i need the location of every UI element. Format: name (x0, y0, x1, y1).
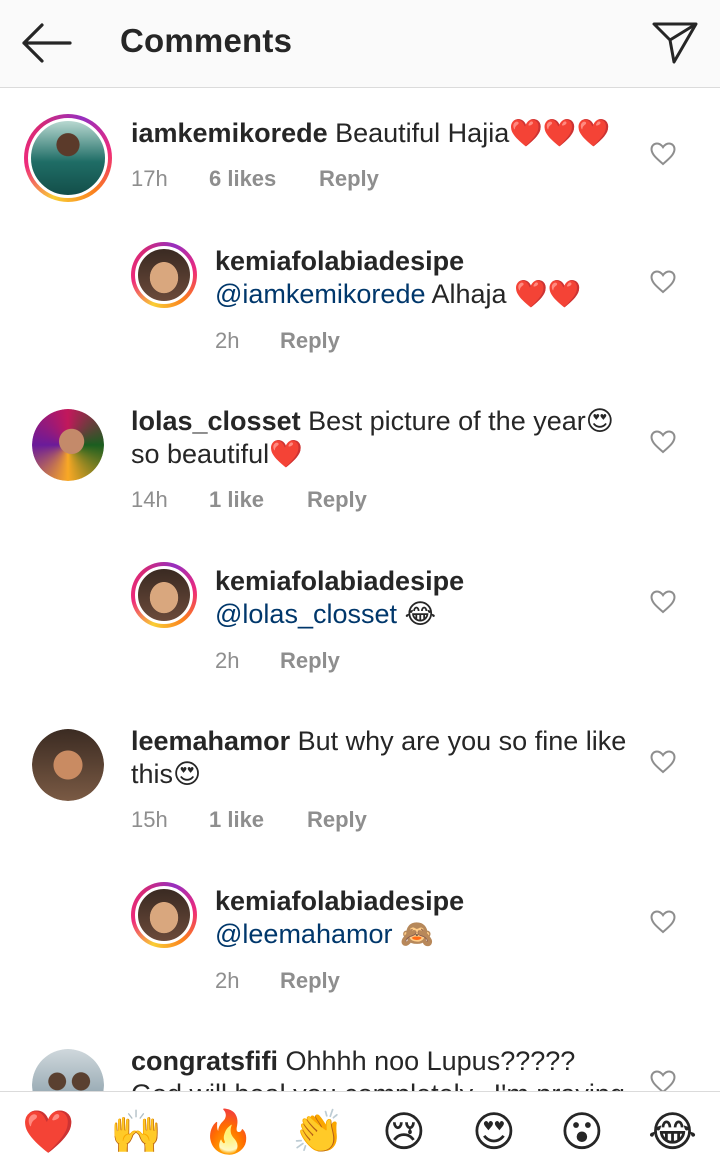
reply-button[interactable]: Reply (307, 807, 367, 833)
comment-time: 2h (215, 968, 240, 993)
comment-text: leemahamor But why are you so fine like … (131, 725, 631, 791)
reply-button[interactable]: Reply (280, 968, 340, 994)
comment-username[interactable]: kemiafolabiadesipe (215, 885, 635, 918)
reply-button[interactable]: Reply (280, 648, 340, 674)
avatar[interactable] (32, 1049, 104, 1091)
avatar[interactable] (131, 562, 197, 628)
comment-username[interactable]: kemiafolabiadesipe (215, 565, 635, 598)
heart-outline-icon (650, 750, 676, 774)
mention-link[interactable]: @iamkemikorede (215, 279, 425, 309)
comment-time: 15h (131, 807, 168, 832)
comment-body: Alhaja ❤️❤️ (425, 279, 582, 309)
avatar[interactable] (32, 729, 104, 801)
emoji-fire[interactable]: 🔥 (202, 1106, 254, 1158)
like-comment-button[interactable] (650, 142, 676, 166)
avatar[interactable] (32, 409, 104, 481)
emoji-raising-hands[interactable]: 🙌 (110, 1106, 162, 1158)
comment-time: 2h (215, 328, 240, 353)
paper-plane-icon (652, 22, 698, 64)
heart-outline-icon (650, 910, 676, 934)
mention-link[interactable]: @leemahamor (215, 919, 392, 949)
comment-username[interactable]: iamkemikorede (131, 118, 328, 148)
comment-time: 14h (131, 487, 168, 512)
emoji-astonished-face[interactable]: 😮 (560, 1106, 604, 1158)
emoji-crying-face[interactable]: 😢 (382, 1106, 426, 1158)
like-comment-button[interactable] (650, 1070, 676, 1091)
comment-body: 😂 (397, 599, 437, 629)
likes-count[interactable]: 6 likes (209, 166, 276, 192)
emoji-clapping-hands[interactable]: 👏 (292, 1106, 344, 1158)
comment-username[interactable]: congratsfifi (131, 1046, 278, 1076)
emoji-quick-bar: ❤️ 🙌 🔥 👏 😢 😍 😮 😂 (0, 1091, 720, 1160)
comment-body: 🙈 (392, 919, 434, 949)
likes-count[interactable]: 1 like (209, 807, 264, 833)
top-bar: Comments (0, 0, 720, 88)
like-comment-button[interactable] (650, 910, 676, 934)
avatar[interactable] (24, 114, 112, 202)
heart-outline-icon (650, 590, 676, 614)
page-title: Comments (120, 22, 293, 59)
comment-text: congratsfifi Ohhhh noo Lupus????? God wi… (131, 1045, 631, 1091)
heart-outline-icon (650, 142, 676, 166)
comment-username[interactable]: leemahamor (131, 726, 290, 756)
mention-link[interactable]: @lolas_closset (215, 599, 397, 629)
emoji-red-heart[interactable]: ❤️ (22, 1106, 74, 1158)
reply-button[interactable]: Reply (319, 166, 379, 192)
comment-username[interactable]: lolas_closset (131, 406, 301, 436)
emoji-heart-eyes[interactable]: 😍 (472, 1106, 516, 1158)
back-button[interactable] (16, 18, 76, 68)
comment-text: kemiafolabiadesipe @lolas_closset 😂 (215, 565, 635, 631)
heart-outline-icon (650, 430, 676, 454)
likes-count[interactable]: 1 like (209, 487, 264, 513)
comment-text: kemiafolabiadesipe @leemahamor 🙈 (215, 885, 635, 951)
arrow-left-icon (22, 23, 72, 63)
comment-time: 17h (131, 166, 168, 191)
avatar[interactable] (131, 882, 197, 948)
comment-text: iamkemikorede Beautiful Hajia❤️❤️❤️ (131, 117, 631, 150)
comment-username[interactable]: kemiafolabiadesipe (215, 245, 635, 278)
like-comment-button[interactable] (650, 590, 676, 614)
comment-text: kemiafolabiadesipe @iamkemikorede Alhaja… (215, 245, 635, 311)
comments-list: iamkemikorede Beautiful Hajia❤️❤️❤️ 17h … (0, 89, 720, 1091)
like-comment-button[interactable] (650, 270, 676, 294)
heart-outline-icon (650, 270, 676, 294)
heart-outline-icon (650, 1070, 676, 1091)
reply-button[interactable]: Reply (280, 328, 340, 354)
comment-time: 2h (215, 648, 240, 673)
avatar[interactable] (131, 242, 197, 308)
reply-button[interactable]: Reply (307, 487, 367, 513)
comment-body: Beautiful Hajia❤️❤️❤️ (327, 118, 611, 148)
emoji-tears-of-joy[interactable]: 😂 (648, 1106, 697, 1158)
like-comment-button[interactable] (650, 750, 676, 774)
share-button[interactable] (648, 16, 702, 66)
like-comment-button[interactable] (650, 430, 676, 454)
comment-text: lolas_closset Best picture of the year😍 … (131, 405, 631, 471)
